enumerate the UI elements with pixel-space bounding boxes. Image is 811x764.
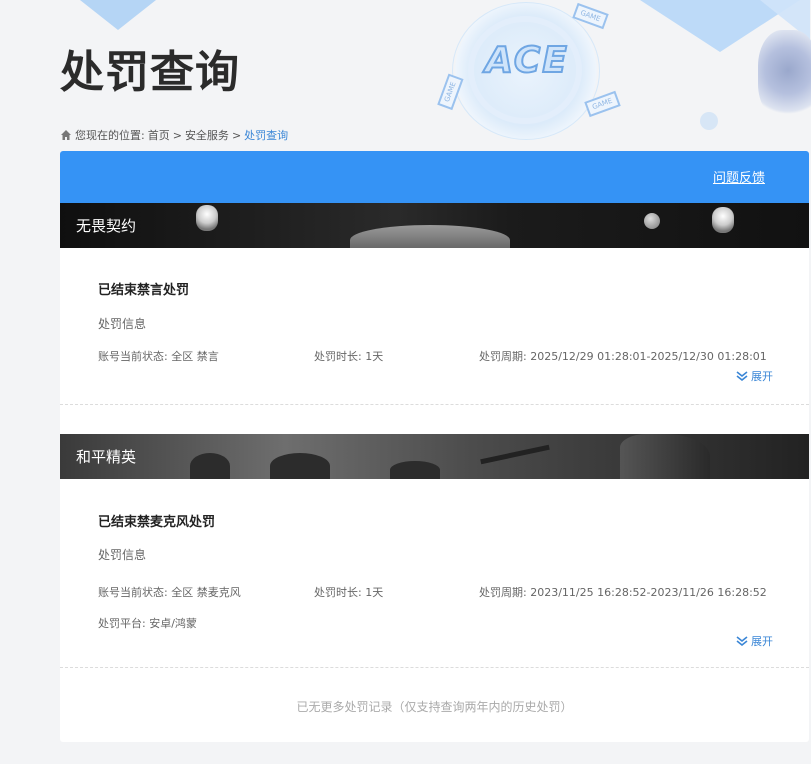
footer-area: 已无更多处罚记录（仅支持查询两年内的历史处罚） [60,667,809,742]
dragon-mascot-icon [758,30,811,120]
card-header: 问题反馈 [60,151,809,203]
ufo-decor [350,225,510,248]
astronaut-icon [196,205,218,231]
decor-bubble [700,112,718,130]
page-title: 处罚查询 [60,47,240,98]
planet-icon [644,213,660,229]
penalty-duration: 处罚时长: 1天 [314,584,383,600]
expand-button[interactable]: 展开 [736,633,773,649]
record-section-label: 处罚信息 [98,548,147,562]
breadcrumb: 您现在的位置: 首页 > 安全服务 > 处罚查询 [60,127,288,143]
double-chevron-down-icon [736,636,748,646]
record-title: 已结束禁言处罚 [98,283,190,298]
astronaut-icon [712,207,734,233]
game-name: 和平精英 [76,448,137,466]
game-banner-pubg: 和平精英 [60,434,809,479]
tree-decor [270,453,330,479]
account-status: 账号当前状态: 全区 禁言 [98,348,219,364]
duration-value: 1天 [365,350,384,363]
penalty-period: 处罚周期: 2025/12/29 01:28:01-2025/12/30 01:… [479,348,767,364]
no-more-records-note: 已无更多处罚记录（仅支持查询两年内的历史处罚） [296,700,573,714]
ace-logo: ACE [484,39,569,82]
home-icon [61,130,71,140]
account-status-label: 账号当前状态: [98,586,168,599]
account-status: 账号当前状态: 全区 禁麦克风 [98,584,241,600]
penalty-duration: 处罚时长: 1天 [314,348,383,364]
account-status-value: 全区 禁麦克风 [171,586,241,599]
period-label: 处罚周期: [479,586,527,599]
tree-decor [390,461,440,479]
rifle-decor [480,444,550,465]
account-status-label: 账号当前状态: [98,350,168,363]
breadcrumb-item-security[interactable]: 安全服务 [185,127,229,143]
account-status-value: 全区 禁言 [171,350,219,363]
soldier-decor [620,434,710,479]
breadcrumb-separator: > [231,128,242,142]
breadcrumb-item-home[interactable]: 首页 [148,127,170,143]
breadcrumb-prefix: 您现在的位置: [75,129,145,142]
record-title: 已结束禁麦克风处罚 [98,515,216,530]
duration-label: 处罚时长: [314,586,362,599]
duration-value: 1天 [365,586,384,599]
breadcrumb-item-current: 处罚查询 [244,129,289,142]
double-chevron-down-icon [736,371,748,381]
period-value: 2023/11/25 16:28:52-2023/11/26 16:28:52 [530,586,767,599]
decor-triangle-left [80,0,156,30]
expand-label: 展开 [751,635,773,648]
record-section-label: 处罚信息 [98,317,147,331]
penalty-period: 处罚周期: 2023/11/25 16:28:52-2023/11/26 16:… [479,584,767,600]
period-value: 2025/12/29 01:28:01-2025/12/30 01:28:01 [530,350,767,363]
expand-label: 展开 [751,370,773,383]
game-banner-valorant: 无畏契约 [60,203,809,248]
expand-button[interactable]: 展开 [736,368,773,384]
penalty-record: 已结束禁言处罚 处罚信息 账号当前状态: 全区 禁言 处罚时长: 1天 处罚周期… [60,248,809,405]
tree-decor [190,453,230,479]
breadcrumb-separator: > [172,128,182,142]
penalty-card: 问题反馈 无畏契约 已结束禁言处罚 处罚信息 账号当前状态: 全区 禁言 处罚时… [60,151,809,742]
record-gap [60,404,809,434]
platform-label: 处罚平台: [98,617,146,630]
platform-value: 安卓/鸿蒙 [149,617,197,630]
penalty-record: 已结束禁麦克风处罚 处罚信息 账号当前状态: 全区 禁麦克风 处罚时长: 1天 … [60,479,809,668]
game-name: 无畏契约 [76,217,137,235]
duration-label: 处罚时长: [314,350,362,363]
feedback-link[interactable]: 问题反馈 [713,167,765,186]
period-label: 处罚周期: [479,350,527,363]
penalty-platform: 处罚平台: 安卓/鸿蒙 [98,615,197,631]
